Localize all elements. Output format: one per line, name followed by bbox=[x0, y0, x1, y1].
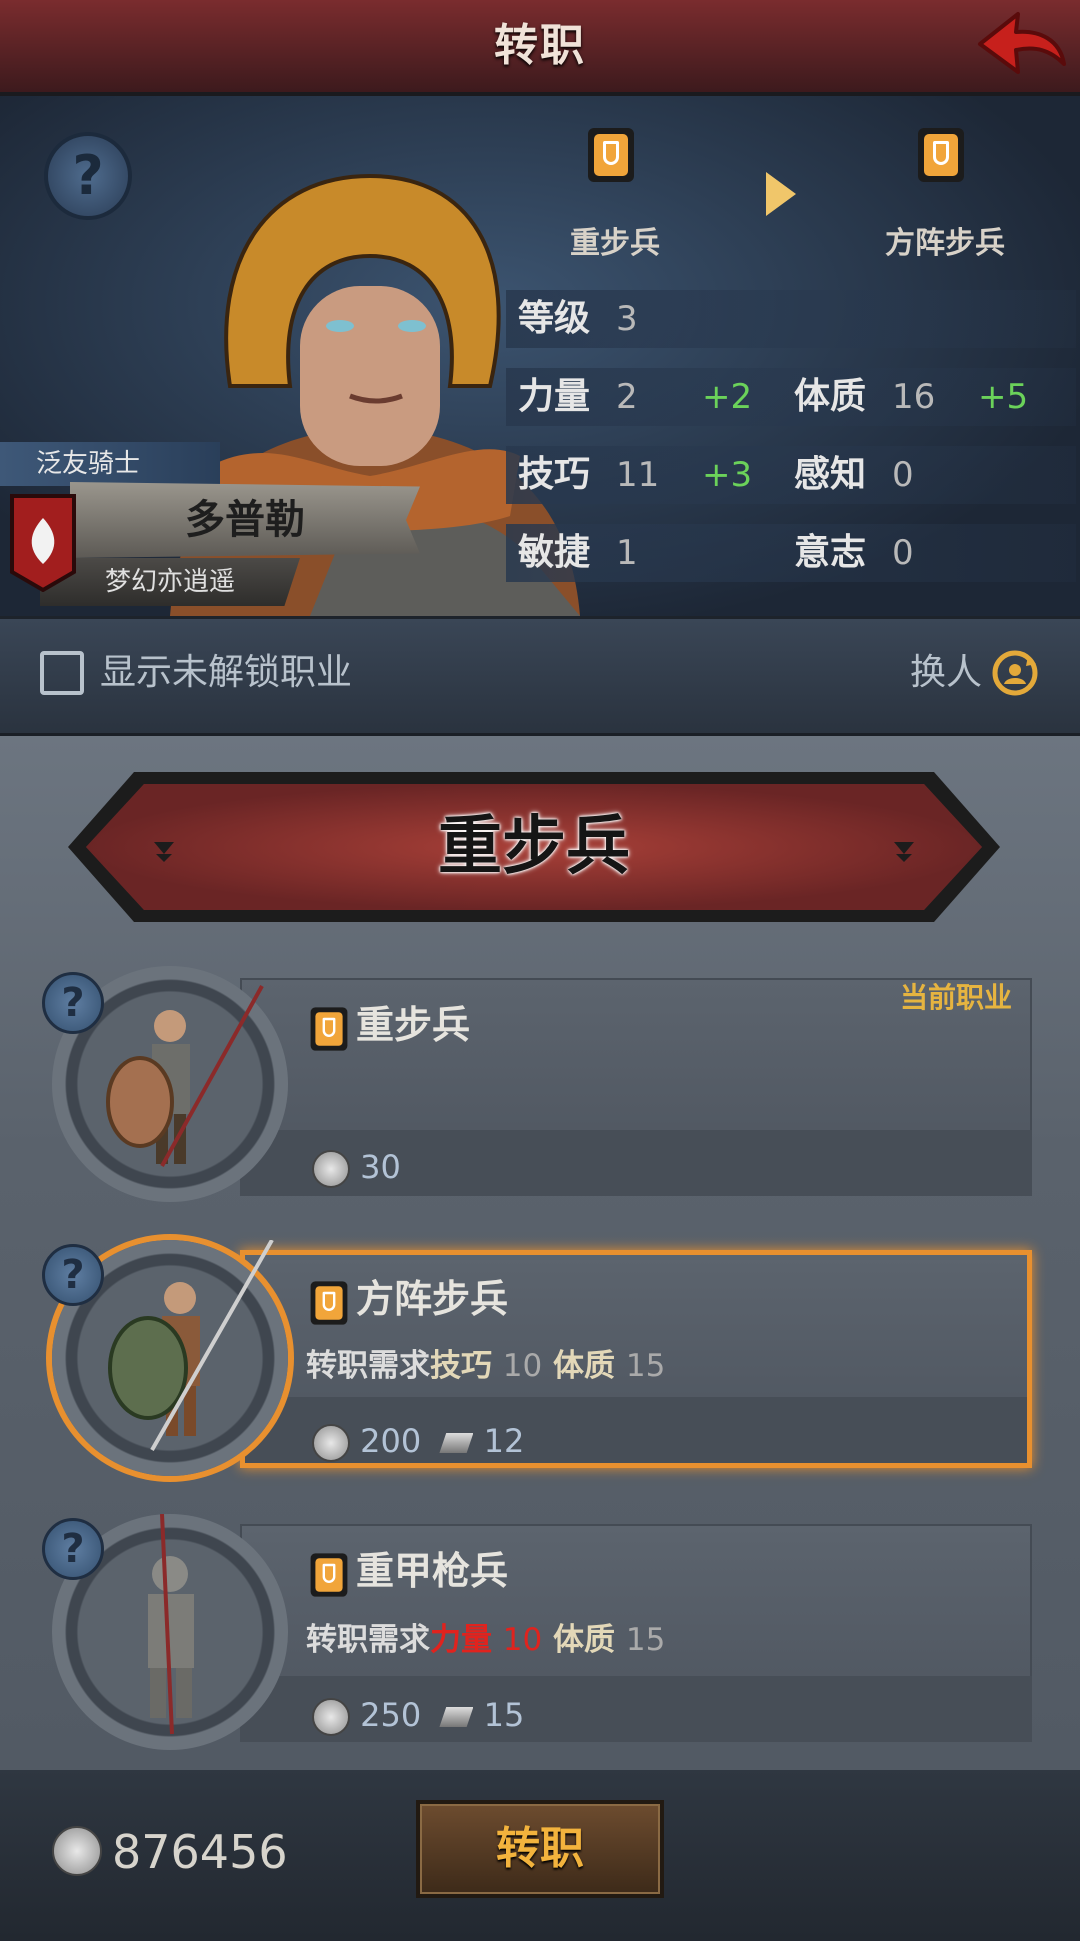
class-help-icon-1[interactable]: ? bbox=[42, 972, 104, 1034]
req-prefix: 转职需求 bbox=[306, 1348, 430, 1384]
class-requirement-3: 转职需求力量 10 体质 15 bbox=[306, 1614, 665, 1659]
ingot-cost: 12 bbox=[483, 1422, 525, 1460]
hero-panel: ? 泛友骑士 多普勒 梦幻亦逍遥 重步兵 方阵步兵 等级 3 力量 2 +2 体… bbox=[0, 96, 1080, 616]
silver-coin-icon bbox=[312, 1424, 350, 1462]
req-value-2: 15 bbox=[625, 1348, 666, 1384]
skill-label: 技巧 bbox=[518, 454, 591, 495]
level-label: 等级 bbox=[518, 298, 591, 339]
show-locked-label[interactable]: 显示未解锁职业 bbox=[100, 643, 352, 703]
con-value: 16 bbox=[892, 377, 936, 417]
class-help-icon-2[interactable]: ? bbox=[42, 1244, 104, 1306]
top-bar: 转职 bbox=[0, 0, 1080, 96]
hero-title-tag: 泛友骑士 bbox=[0, 442, 220, 486]
show-locked-checkbox[interactable] bbox=[40, 651, 84, 695]
req-stat-2: 体质 bbox=[553, 1348, 616, 1384]
will-value: 0 bbox=[892, 533, 914, 573]
agi-value: 1 bbox=[616, 533, 638, 573]
level-value: 3 bbox=[616, 299, 638, 339]
class-branch-title: 重步兵 bbox=[438, 810, 630, 884]
class-name-2: 方阵步兵 bbox=[356, 1277, 509, 1321]
str-value: 2 bbox=[616, 377, 638, 417]
con-label: 体质 bbox=[794, 376, 867, 417]
current-class-tag: 当前职业 bbox=[900, 981, 1013, 1014]
per-value: 0 bbox=[892, 455, 914, 495]
class-cost-3: 250 15 bbox=[312, 1690, 524, 1740]
iron-ingot-icon bbox=[439, 1707, 474, 1727]
help-icon[interactable]: ? bbox=[44, 132, 132, 220]
ingot-cost: 15 bbox=[483, 1696, 525, 1734]
arrow-right-icon bbox=[766, 172, 796, 216]
silver-cost: 200 bbox=[360, 1422, 422, 1460]
req-value-1: 10 bbox=[502, 1348, 543, 1384]
req-stat-1: 力量 bbox=[430, 1622, 492, 1658]
iron-ingot-icon bbox=[439, 1433, 474, 1453]
agi-label: 敏捷 bbox=[518, 532, 591, 573]
class-requirement-2: 转职需求技巧 10 体质 15 bbox=[306, 1340, 665, 1385]
silver-coin-icon bbox=[52, 1826, 102, 1876]
req-stat-1: 技巧 bbox=[430, 1348, 492, 1384]
stat-row-agi-will: 敏捷 1 意志 0 bbox=[506, 524, 1076, 582]
silver-cost: 30 bbox=[360, 1148, 401, 1186]
transfer-class-button[interactable]: 转职 bbox=[416, 1800, 664, 1898]
req-value-2: 15 bbox=[625, 1622, 666, 1658]
to-class-icon bbox=[918, 128, 964, 182]
con-bonus: +5 bbox=[978, 377, 1029, 417]
class-name-3: 重甲枪兵 bbox=[356, 1549, 509, 1593]
silver-coin-icon bbox=[312, 1150, 350, 1188]
faction-banner-icon bbox=[10, 494, 76, 592]
req-prefix: 转职需求 bbox=[306, 1622, 430, 1658]
class-help-icon-3[interactable]: ? bbox=[42, 1518, 104, 1580]
class-cost-2: 200 12 bbox=[312, 1416, 524, 1466]
to-class-label: 方阵步兵 bbox=[885, 226, 1005, 261]
guild-name: 梦幻亦逍遥 bbox=[40, 558, 300, 606]
class-shield-icon-3 bbox=[310, 1553, 348, 1597]
swap-hero-label[interactable]: 换人 bbox=[910, 643, 982, 703]
class-cost-1: 30 bbox=[312, 1142, 401, 1192]
silver-cost: 250 bbox=[360, 1696, 422, 1734]
req-stat-2: 体质 bbox=[553, 1622, 616, 1658]
stat-row-level: 等级 3 bbox=[506, 290, 1076, 348]
page-title: 转职 bbox=[494, 20, 586, 71]
swap-icon[interactable] bbox=[990, 648, 1040, 698]
stat-row-str-con: 力量 2 +2 体质 16 +5 bbox=[506, 368, 1076, 426]
options-bar: 显示未解锁职业 换人 bbox=[0, 616, 1080, 739]
str-label: 力量 bbox=[518, 376, 591, 417]
will-label: 意志 bbox=[794, 532, 867, 573]
class-name-1: 重步兵 bbox=[356, 1003, 471, 1047]
class-shield-icon-1 bbox=[310, 1007, 348, 1051]
per-label: 感知 bbox=[794, 454, 867, 495]
from-class-icon bbox=[588, 128, 634, 182]
skill-bonus: +3 bbox=[702, 455, 753, 495]
class-shield-icon-2 bbox=[310, 1281, 348, 1325]
back-arrow-icon[interactable] bbox=[960, 6, 1070, 86]
skill-value: 11 bbox=[616, 455, 660, 495]
silver-balance: 876456 bbox=[112, 1825, 288, 1879]
stat-row-skill-per: 技巧 11 +3 感知 0 bbox=[506, 446, 1076, 504]
silver-coin-icon bbox=[312, 1698, 350, 1736]
str-bonus: +2 bbox=[702, 377, 753, 417]
req-value-1: 10 bbox=[502, 1622, 543, 1658]
from-class-label: 重步兵 bbox=[570, 226, 660, 261]
hero-name: 多普勒 bbox=[70, 482, 420, 558]
